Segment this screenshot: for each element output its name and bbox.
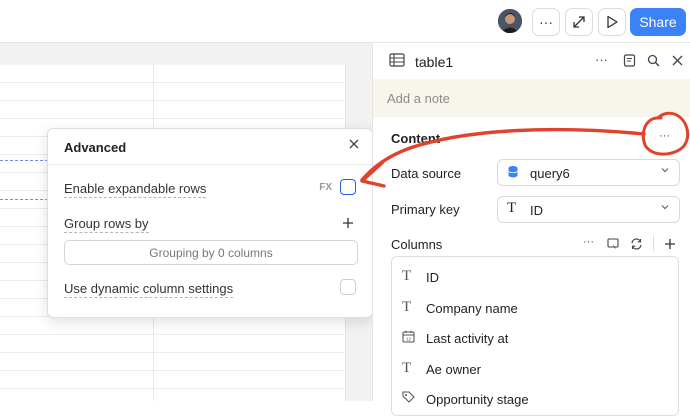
advanced-popover: Advanced Enable expandable rows FX Group…: [47, 128, 373, 318]
primary-key-select[interactable]: T ID: [497, 196, 680, 223]
text-type-icon: T: [402, 299, 412, 315]
calendar-type-icon: 12: [402, 330, 415, 343]
dynamic-columns-setting: Use dynamic column settings: [64, 279, 356, 298]
content-section-title: Content: [391, 131, 441, 146]
share-button[interactable]: Share: [630, 8, 686, 36]
search-button[interactable]: [647, 54, 660, 67]
column-settings-button[interactable]: [607, 238, 619, 250]
grouping-columns-button[interactable]: Grouping by 0 columns: [64, 240, 358, 265]
close-popover-button[interactable]: [348, 138, 360, 150]
expandable-rows-label: Enable expandable rows: [64, 181, 207, 198]
expand-icon: [573, 16, 585, 28]
docs-button[interactable]: [623, 54, 636, 67]
dynamic-columns-label: Use dynamic column settings: [64, 281, 234, 298]
column-item[interactable]: 12 Last activity at: [392, 324, 678, 354]
inspector-panel: table1 ··· Add a note Content ··· Data s…: [372, 43, 690, 416]
database-icon: [507, 165, 519, 179]
column-name: Opportunity stage: [426, 392, 529, 407]
play-icon: [607, 15, 618, 29]
expandable-rows-checkbox[interactable]: [340, 179, 356, 195]
search-icon: [647, 54, 660, 67]
component-more-button[interactable]: ···: [595, 52, 608, 67]
ellipsis-icon: ···: [539, 14, 553, 30]
data-source-label: Data source: [391, 166, 462, 181]
column-name: Company name: [426, 301, 518, 316]
columns-section-title: Columns: [391, 237, 443, 252]
tag-type-icon: [402, 391, 415, 404]
close-icon: [672, 55, 683, 66]
add-grouping-button[interactable]: [342, 213, 354, 229]
column-item[interactable]: T Ae owner: [392, 355, 678, 385]
column-name: ID: [426, 270, 439, 285]
data-source-value: query6: [530, 166, 570, 181]
add-note-field[interactable]: Add a note: [373, 79, 690, 117]
column-item[interactable]: Opportunity stage: [392, 385, 678, 415]
text-type-icon: T: [402, 268, 412, 284]
chevron-down-icon: [660, 202, 670, 212]
user-avatar[interactable]: [498, 9, 522, 33]
refresh-icon: [631, 238, 642, 250]
text-type-icon: T: [402, 360, 412, 376]
column-name: Last activity at: [426, 331, 509, 346]
expandable-rows-setting: Enable expandable rows FX: [64, 179, 356, 198]
column-name: Ae owner: [426, 362, 481, 377]
group-rows-label: Group rows by: [64, 216, 149, 233]
add-column-button[interactable]: [664, 238, 676, 250]
plus-icon: [665, 239, 675, 249]
toolbar-divider: [653, 235, 654, 251]
top-bar: ··· Share: [0, 0, 690, 43]
primary-key-label: Primary key: [391, 202, 460, 217]
columns-list: T ID T Company name 12 Last activity at …: [391, 256, 679, 416]
sync-columns-button[interactable]: [630, 238, 643, 250]
columns-more-button[interactable]: ···: [583, 236, 594, 248]
plus-icon: [343, 218, 353, 228]
close-icon: [349, 139, 359, 149]
more-options-button[interactable]: ···: [532, 8, 560, 36]
fullscreen-button[interactable]: [565, 8, 593, 36]
chevron-down-icon: [660, 165, 670, 175]
close-panel-button[interactable]: [672, 55, 683, 66]
data-source-select[interactable]: query6: [497, 159, 680, 186]
document-icon: [623, 54, 636, 67]
group-rows-setting: Group rows by: [64, 213, 356, 233]
column-item[interactable]: T Company name: [392, 294, 678, 324]
primary-key-value: ID: [530, 203, 543, 218]
popover-title: Advanced: [64, 140, 127, 155]
dynamic-columns-checkbox[interactable]: [340, 279, 356, 295]
svg-text:12: 12: [406, 337, 412, 342]
column-item[interactable]: T ID: [392, 263, 678, 293]
text-type-icon: T: [507, 200, 517, 216]
preview-button[interactable]: [598, 8, 626, 36]
table-icon: [389, 53, 405, 67]
cursor-box-icon: [607, 238, 619, 249]
content-more-button[interactable]: ···: [659, 130, 670, 142]
popover-header: Advanced: [48, 129, 372, 165]
component-name[interactable]: table1: [415, 54, 453, 70]
inspector-header: table1 ···: [373, 43, 690, 79]
fx-toggle[interactable]: FX: [319, 182, 332, 193]
avatar-image: [498, 9, 522, 33]
